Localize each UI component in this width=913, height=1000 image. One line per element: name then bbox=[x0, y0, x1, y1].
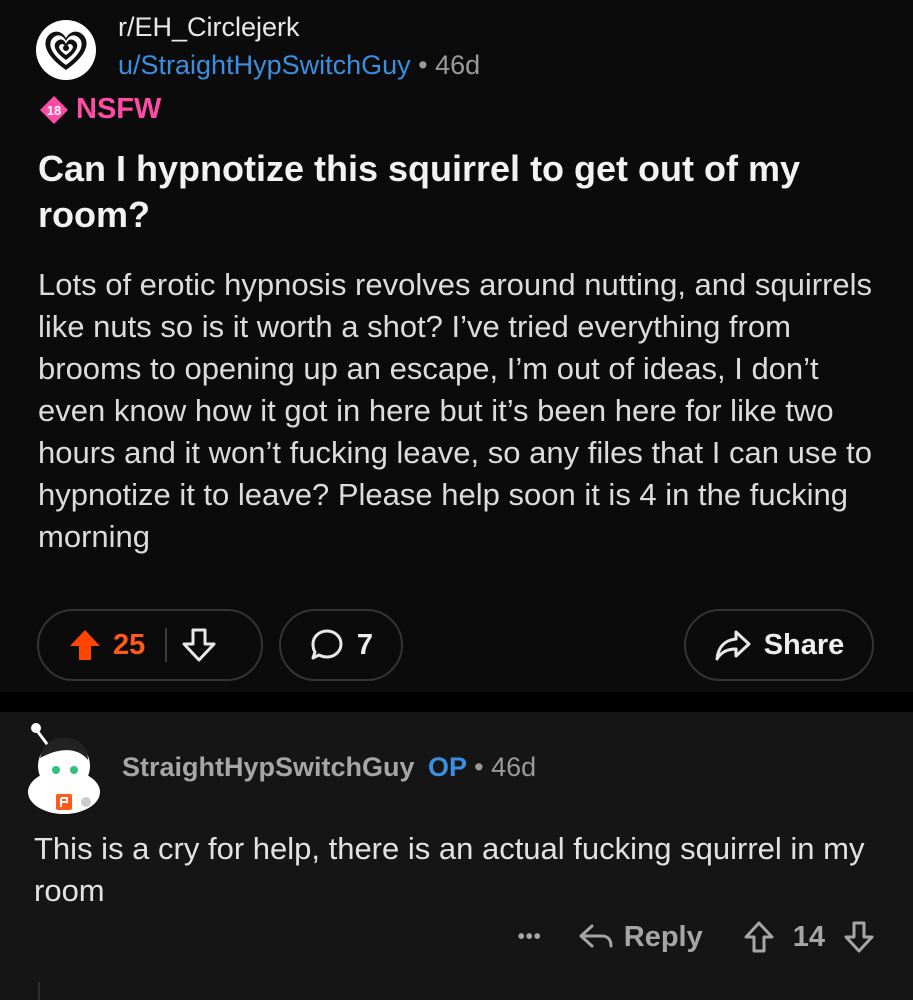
nsfw-label: NSFW bbox=[76, 93, 162, 125]
reply-button[interactable]: Reply bbox=[578, 921, 703, 954]
share-label: Share bbox=[763, 628, 845, 661]
comment-separator: • bbox=[474, 752, 484, 782]
comment-bubble-icon bbox=[309, 627, 345, 663]
comment-age: 46d bbox=[491, 752, 537, 782]
comment-downvote-icon[interactable] bbox=[843, 920, 875, 954]
post-author-link[interactable]: u/StraightHypSwitchGuy bbox=[118, 50, 411, 80]
share-button[interactable]: Share bbox=[684, 609, 874, 681]
post-age: 46d bbox=[435, 50, 481, 80]
section-divider bbox=[0, 692, 913, 712]
vote-control: 25 bbox=[37, 609, 263, 681]
reply-arrow-icon bbox=[578, 921, 614, 953]
nsfw-18-icon: 18 bbox=[40, 95, 68, 124]
subreddit-name[interactable]: r/EH_Circlejerk bbox=[118, 12, 300, 43]
post-body: Lots of erotic hypnosis revolves around … bbox=[38, 267, 873, 554]
post-vote-count: 25 bbox=[113, 628, 146, 661]
comment-body: This is a cry for help, there is an actu… bbox=[34, 831, 865, 908]
avatar[interactable] bbox=[22, 718, 106, 818]
comment-upvote-icon[interactable] bbox=[743, 920, 775, 954]
comment-vote-count: 14 bbox=[792, 920, 825, 953]
comment-item: StraightHypSwitchGuy OP • 46d This is a … bbox=[0, 712, 913, 1000]
subreddit-icon[interactable] bbox=[36, 20, 96, 80]
more-options-button[interactable]: ••• bbox=[518, 926, 542, 949]
comment-count: 7 bbox=[356, 628, 374, 661]
reply-label: Reply bbox=[623, 920, 703, 953]
byline-separator: • bbox=[418, 50, 428, 80]
comment-header: StraightHypSwitchGuy OP • 46d bbox=[122, 752, 536, 783]
vote-divider bbox=[165, 628, 168, 662]
op-badge: OP bbox=[428, 752, 467, 782]
comment-author[interactable]: StraightHypSwitchGuy bbox=[122, 752, 415, 782]
downvote-icon[interactable] bbox=[181, 627, 217, 663]
comment-actions: ••• Reply 14 bbox=[518, 920, 875, 954]
upvote-icon[interactable] bbox=[67, 627, 103, 663]
post-card: r/EH_Circlejerk u/StraightHypSwitchGuy •… bbox=[0, 0, 913, 692]
comments-button[interactable]: 7 bbox=[279, 609, 403, 681]
thread-line bbox=[38, 982, 40, 1000]
post-byline: u/StraightHypSwitchGuy • 46d bbox=[118, 50, 480, 81]
post-title: Can I hypnotize this squirrel to get out… bbox=[38, 148, 801, 235]
nsfw-badge: 18 NSFW bbox=[38, 93, 161, 126]
share-arrow-icon bbox=[714, 627, 752, 663]
nsfw-age-number: 18 bbox=[47, 103, 61, 118]
